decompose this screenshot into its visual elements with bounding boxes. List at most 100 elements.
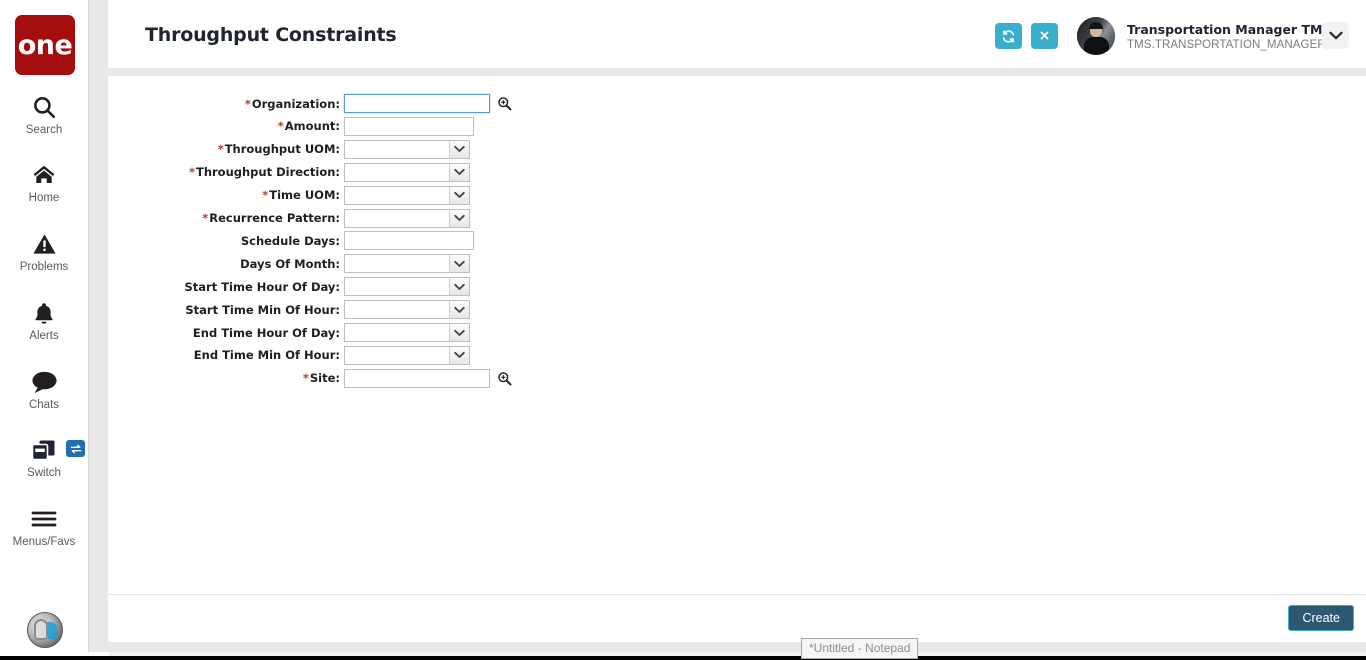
label-site: *Site: [302, 371, 340, 386]
brand-logo-text: one [17, 29, 73, 61]
label-end-time-min-of-hour: End Time Min Of Hour: [193, 348, 340, 363]
page-title: Throughput Constraints [145, 24, 397, 46]
select-start-time-hour-of-day[interactable] [344, 277, 470, 297]
form-row-end-time-min-of-hour: End Time Min Of Hour: [108, 344, 470, 367]
chevron-down-icon[interactable] [449, 209, 469, 227]
home-icon [0, 160, 88, 190]
required-marker: * [217, 142, 224, 157]
input-schedule-days[interactable] [344, 231, 474, 251]
throughput-constraints-form: *Organization: *Amount: *Throughput UOM: *T… [108, 76, 1366, 594]
close-button[interactable]: × [1031, 23, 1058, 49]
content-card: *Organization: *Amount: *Throughput UOM: *T… [108, 76, 1366, 642]
close-icon: × [1038, 28, 1051, 44]
label-days-of-month: Days Of Month: [240, 256, 340, 271]
taskbar-strip-mid [109, 652, 896, 656]
sidebar-item-label: Home [28, 192, 60, 204]
label-end-time-hour-of-day: End Time Hour Of Day: [192, 325, 340, 340]
form-row-days-of-month: Days Of Month: [108, 252, 470, 275]
select-throughput-direction[interactable] [344, 162, 470, 182]
label-start-time-min-of-hour: Start Time Min Of Hour: [185, 302, 340, 317]
magnifier-icon[interactable] [496, 370, 512, 386]
label-throughput-direction: *Throughput Direction: [188, 165, 340, 180]
user-name: Transportation Manager TM [1127, 22, 1323, 37]
sidebar-item-alerts[interactable]: Alerts [0, 298, 88, 342]
required-marker: * [188, 165, 195, 180]
input-organization[interactable] [344, 94, 490, 113]
select-days-of-month[interactable] [344, 254, 470, 274]
chevron-down-icon[interactable] [449, 140, 469, 158]
user-menu-toggle[interactable] [1322, 22, 1349, 49]
left-sidebar: one Search Home Problems Alerts Chats Sw… [0, 0, 89, 652]
form-footer: Create [108, 594, 1366, 642]
create-button[interactable]: Create [1288, 605, 1354, 631]
chevron-down-icon[interactable] [449, 255, 469, 273]
sidebar-item-search[interactable]: Search [0, 92, 88, 136]
sidebar-item-home[interactable]: Home [0, 160, 88, 204]
chevron-down-icon[interactable] [449, 163, 469, 181]
required-marker: * [302, 371, 309, 386]
label-time-uom: *Time UOM: [262, 188, 340, 203]
label-schedule-days: Schedule Days: [240, 233, 340, 248]
page-header: Throughput Constraints × Transportation … [108, 0, 1366, 68]
required-marker: * [244, 96, 251, 111]
form-row-end-time-hour-of-day: End Time Hour Of Day: [108, 321, 470, 344]
select-start-time-min-of-hour[interactable] [344, 300, 470, 320]
form-row-site: *Site: [108, 367, 512, 390]
form-row-amount: *Amount: [108, 115, 474, 138]
taskbar-strip-right [896, 652, 1366, 656]
sidebar-item-chats[interactable]: Chats [0, 367, 88, 411]
form-row-recurrence-pattern: *Recurrence Pattern: [108, 207, 470, 230]
label-organization: *Organization: [244, 96, 340, 111]
sidebar-item-label: Search [25, 124, 63, 136]
sidebar-item-label: Alerts [29, 330, 59, 342]
form-row-start-time-min-of-hour: Start Time Min Of Hour: [108, 298, 470, 321]
avatar[interactable] [1077, 17, 1115, 55]
form-row-start-time-hour-of-day: Start Time Hour Of Day: [108, 275, 470, 298]
brand-logo[interactable]: one [15, 15, 75, 75]
page-region: Throughput Constraints × Transportation … [89, 0, 1366, 652]
label-throughput-uom: *Throughput UOM: [217, 142, 340, 157]
select-recurrence-pattern[interactable] [344, 208, 470, 228]
sidebar-item-label: Chats [28, 399, 60, 411]
chevron-down-icon[interactable] [449, 186, 469, 204]
input-site[interactable] [344, 368, 490, 388]
form-row-time-uom: *Time UOM: [108, 184, 470, 207]
select-time-uom[interactable] [344, 185, 470, 205]
avatar-head-shape [34, 619, 48, 640]
form-row-organization: *Organization: [108, 92, 512, 115]
sidebar-item-label: Problems [19, 261, 69, 273]
chevron-down-icon[interactable] [449, 346, 469, 364]
avatar-body [1084, 37, 1109, 55]
input-amount[interactable] [344, 116, 474, 136]
select-end-time-hour-of-day[interactable] [344, 323, 470, 342]
label-start-time-hour-of-day: Start Time Hour Of Day: [184, 279, 340, 294]
form-row-throughput-direction: *Throughput Direction: [108, 161, 470, 184]
sidebar-item-problems[interactable]: Problems [0, 229, 88, 273]
refresh-button[interactable] [995, 23, 1022, 49]
form-row-throughput-uom: *Throughput UOM: [108, 138, 470, 161]
chevron-down-icon[interactable] [449, 301, 469, 319]
select-throughput-uom[interactable] [344, 139, 470, 159]
assistant-avatar-icon[interactable] [27, 612, 63, 648]
required-marker: * [202, 211, 209, 225]
magnifier-icon[interactable] [496, 96, 512, 112]
search-icon [0, 92, 88, 122]
taskbar-strip-left [0, 652, 109, 656]
form-row-schedule-days: Schedule Days: [108, 229, 474, 252]
chat-icon [0, 367, 88, 397]
label-amount: *Amount: [277, 119, 340, 134]
required-marker: * [277, 119, 284, 134]
chevron-down-icon[interactable] [449, 278, 469, 296]
avatar-hair [1089, 22, 1103, 29]
swap-arrows-icon[interactable] [66, 440, 85, 457]
sidebar-item-label: Switch [27, 467, 61, 479]
select-end-time-min-of-hour[interactable] [344, 345, 470, 365]
hamburger-icon [0, 504, 88, 534]
sidebar-item-label: Menus/Favs [12, 536, 76, 548]
chevron-down-icon[interactable] [449, 324, 469, 341]
sidebar-item-menus-favs[interactable]: Menus/Favs [0, 504, 88, 548]
warning-icon [0, 229, 88, 259]
taskbar-tooltip: *Untitled - Notepad [801, 638, 919, 659]
label-recurrence-pattern: *Recurrence Pattern: [202, 211, 340, 225]
required-marker: * [262, 188, 269, 203]
